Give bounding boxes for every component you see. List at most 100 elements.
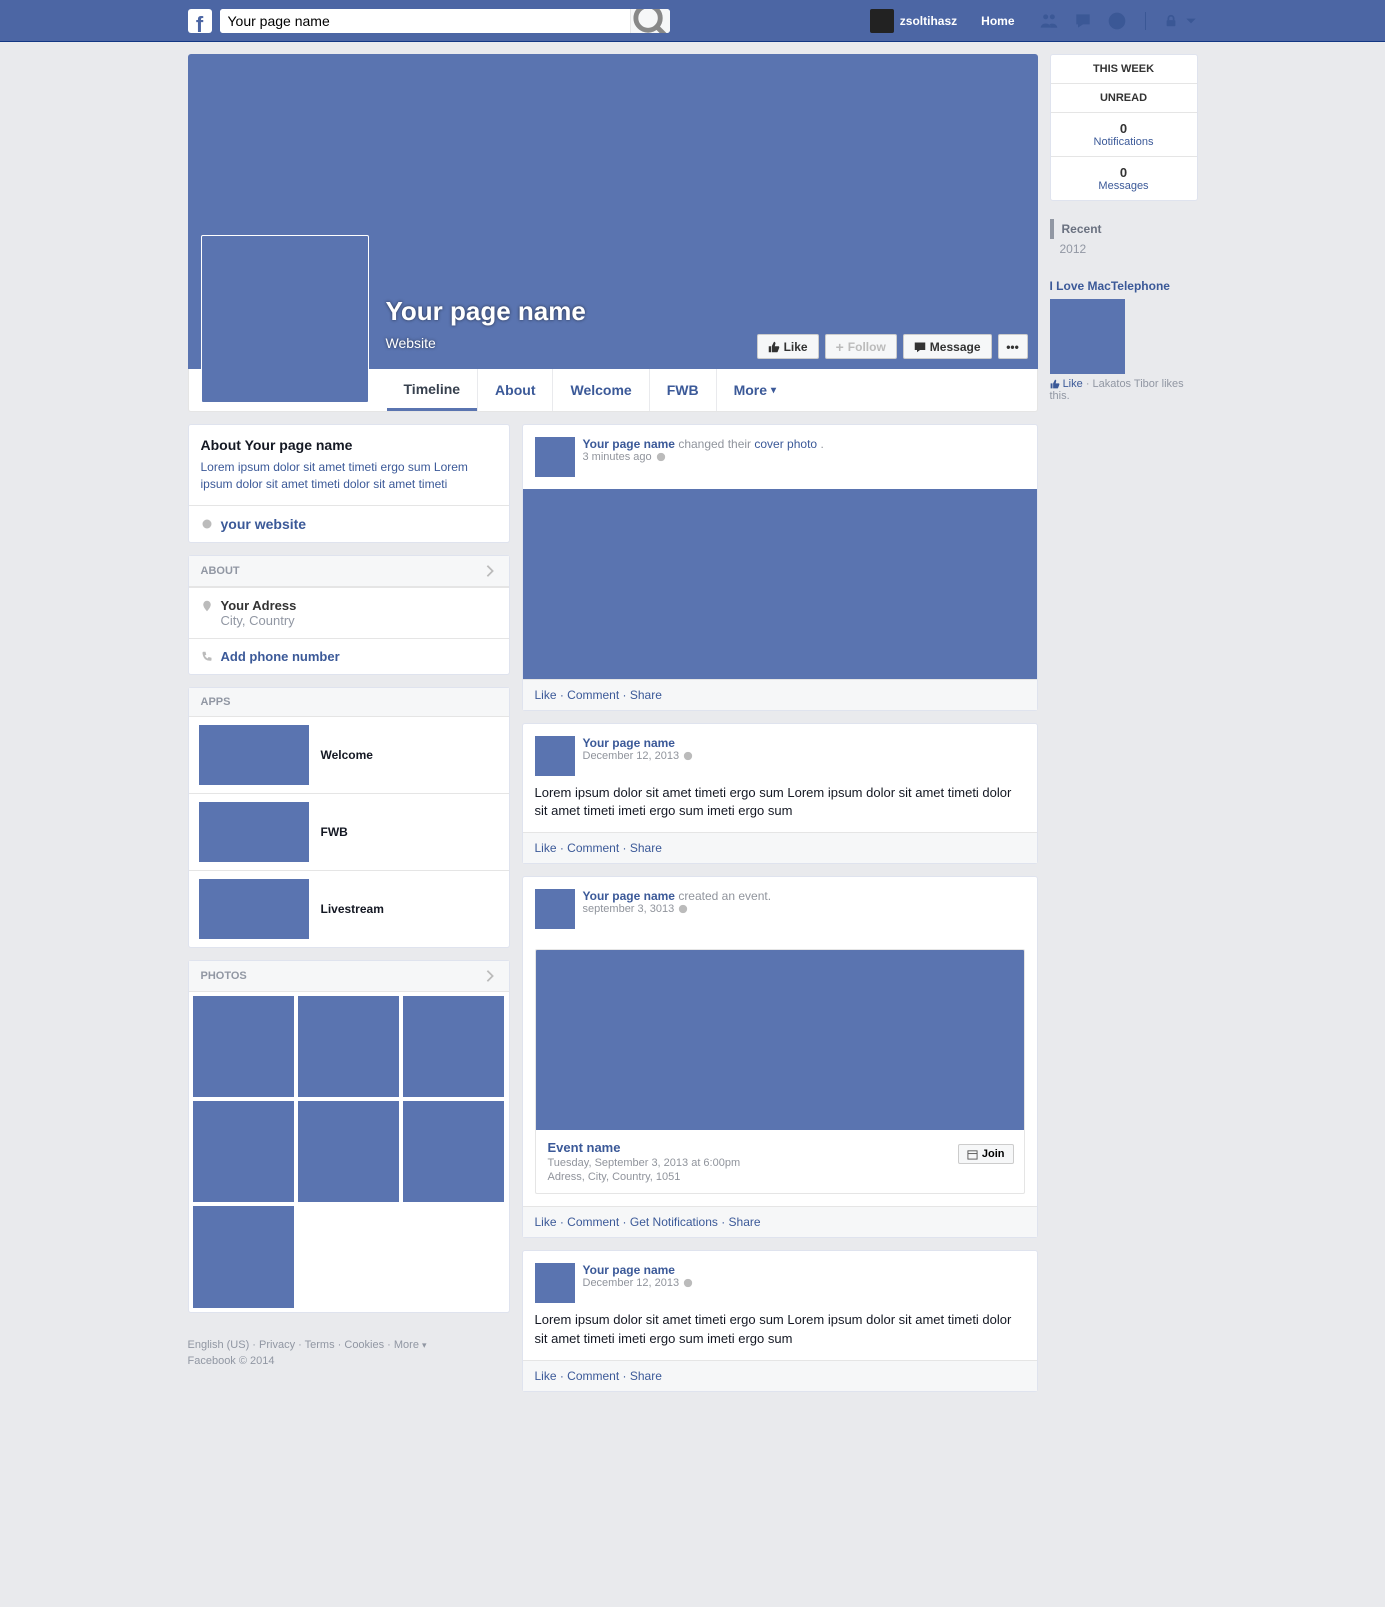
profile-link[interactable]: zsoltihasz: [864, 9, 963, 33]
chevron-right-icon[interactable]: [483, 969, 497, 983]
follow-button[interactable]: +Follow: [825, 334, 897, 359]
post-timestamp[interactable]: December 12, 2013: [583, 1277, 694, 1289]
photos-header: PHOTOS: [201, 970, 247, 982]
chevron-right-icon[interactable]: [483, 564, 497, 578]
tab-fwb[interactable]: FWB: [649, 369, 716, 411]
app-thumb: [199, 725, 309, 785]
footer-copyright: Facebook © 2014: [188, 1353, 511, 1370]
tab-about[interactable]: About: [477, 369, 552, 411]
messages-icon[interactable]: [1073, 11, 1093, 31]
tab-more[interactable]: More▾: [716, 369, 793, 411]
photo-thumb[interactable]: [193, 1206, 294, 1307]
event-name-link[interactable]: Event name: [548, 1140, 621, 1155]
app-thumb: [199, 879, 309, 939]
app-item-welcome[interactable]: Welcome: [189, 717, 509, 794]
add-phone-link[interactable]: Add phone number: [221, 649, 340, 664]
thumb-up-small-icon: [1050, 379, 1060, 389]
cover-photo-link[interactable]: cover photo: [754, 437, 817, 451]
messages-count[interactable]: 0 Messages: [1051, 157, 1197, 200]
photo-thumb[interactable]: [403, 996, 504, 1097]
phone-icon: [201, 651, 213, 663]
related-page-image[interactable]: [1050, 299, 1125, 374]
post-timestamp[interactable]: 3 minutes ago: [583, 451, 824, 463]
message-icon: [914, 341, 926, 353]
post-actions[interactable]: Like · Comment · Share: [523, 679, 1037, 710]
notifications-count[interactable]: 0 Notifications: [1051, 113, 1197, 157]
friends-icon[interactable]: [1039, 11, 1059, 31]
feed-post: Your page name changed their cover photo…: [522, 424, 1038, 711]
post-author-link[interactable]: Your page name: [583, 1263, 675, 1277]
post-author-link[interactable]: Your page name: [583, 437, 675, 451]
post-actions[interactable]: Like · Comment · Share: [523, 832, 1037, 863]
thumb-up-icon: [768, 341, 780, 353]
home-link[interactable]: Home: [973, 14, 1022, 28]
post-avatar[interactable]: [535, 437, 575, 477]
photo-thumb[interactable]: [193, 1101, 294, 1202]
post-actions[interactable]: Like · Comment · Share: [523, 1360, 1037, 1391]
facebook-logo[interactable]: f: [188, 9, 212, 33]
related-page-link[interactable]: I Love MacTelephone: [1050, 279, 1170, 293]
nav-2012[interactable]: 2012: [1050, 239, 1198, 259]
photo-thumb[interactable]: [298, 996, 399, 1097]
globe-tiny-icon: [683, 751, 693, 761]
about-section: ABOUT Your Adress City, Country Add phon…: [188, 555, 510, 675]
event-image[interactable]: [536, 950, 1024, 1130]
timeline-year-nav: Recent 2012: [1050, 219, 1198, 259]
profile-photo[interactable]: [201, 235, 369, 403]
username: zsoltihasz: [900, 14, 957, 28]
nav-recent[interactable]: Recent: [1050, 219, 1198, 239]
about-intro-card: About Your page name Lorem ipsum dolor s…: [188, 424, 510, 543]
post-avatar[interactable]: [535, 736, 575, 776]
like-button[interactable]: Like: [757, 334, 819, 359]
app-thumb: [199, 802, 309, 862]
pin-icon: [201, 600, 213, 612]
globe-tiny-icon: [656, 452, 666, 462]
join-button[interactable]: Join: [958, 1144, 1014, 1164]
feed-post: Your page name December 12, 2013 Lorem i…: [522, 1250, 1038, 1391]
about-title: About Your page name: [201, 437, 497, 453]
search-input[interactable]: [220, 9, 630, 33]
post-avatar[interactable]: [535, 889, 575, 929]
privacy-icon[interactable]: [1164, 14, 1178, 28]
about-description: Lorem ipsum dolor sit amet timeti ergo s…: [201, 459, 497, 493]
post-timestamp[interactable]: september 3, 3013: [583, 903, 772, 915]
tab-welcome[interactable]: Welcome: [552, 369, 648, 411]
globe-tiny-icon: [683, 1278, 693, 1288]
post-actions[interactable]: Like · Comment · Get Notifications · Sha…: [523, 1206, 1037, 1237]
footer-links[interactable]: English (US) · Privacy · Terms · Cookies…: [188, 1339, 419, 1351]
message-button[interactable]: Message: [903, 334, 992, 359]
calendar-icon: [967, 1149, 978, 1160]
post-author-link[interactable]: Your page name: [583, 889, 675, 903]
website-link[interactable]: your website: [221, 516, 307, 532]
search-icon: [631, 9, 670, 33]
photo-thumb[interactable]: [403, 1101, 504, 1202]
app-item-livestream[interactable]: Livestream: [189, 871, 509, 947]
event-location: Adress, City, Country, 1051: [548, 1171, 1012, 1183]
app-item-fwb[interactable]: FWB: [189, 794, 509, 871]
address-line1: Your Adress: [221, 598, 297, 613]
search-button[interactable]: [630, 9, 670, 33]
photo-thumb[interactable]: [193, 996, 294, 1097]
feed-post: Your page name created an event. septemb…: [522, 876, 1038, 1238]
page-footer: English (US) · Privacy · Terms · Cookies…: [188, 1337, 511, 1370]
event-datetime: Tuesday, September 3, 2013 at 6:00pm: [548, 1157, 1012, 1169]
post-avatar[interactable]: [535, 1263, 575, 1303]
related-page: I Love MacTelephone Like · Lakatos Tibor…: [1050, 279, 1198, 402]
photo-thumb[interactable]: [298, 1101, 399, 1202]
page-category: Website: [386, 335, 436, 351]
apps-section: APPS Welcome FWB Livestream: [188, 687, 510, 948]
tab-timeline[interactable]: Timeline: [387, 369, 478, 411]
avatar: [870, 9, 894, 33]
post-author-link[interactable]: Your page name: [583, 736, 675, 750]
cover-area: Your page name Website Like +Follow Mess…: [188, 54, 1038, 369]
post-cover-image[interactable]: [523, 489, 1037, 679]
topbar: f zsoltihasz Home: [0, 0, 1385, 42]
this-week-header: THIS WEEK: [1051, 55, 1197, 84]
post-timestamp[interactable]: December 12, 2013: [583, 750, 694, 762]
dropdown-icon[interactable]: [1184, 14, 1198, 28]
globe-icon[interactable]: [1107, 11, 1127, 31]
post-body: Lorem ipsum dolor sit amet timeti ergo s…: [523, 1311, 1037, 1359]
more-button[interactable]: •••: [998, 334, 1028, 359]
related-like-link[interactable]: Like: [1063, 378, 1083, 390]
admin-panel: THIS WEEK UNREAD 0 Notifications 0 Messa…: [1050, 54, 1198, 201]
